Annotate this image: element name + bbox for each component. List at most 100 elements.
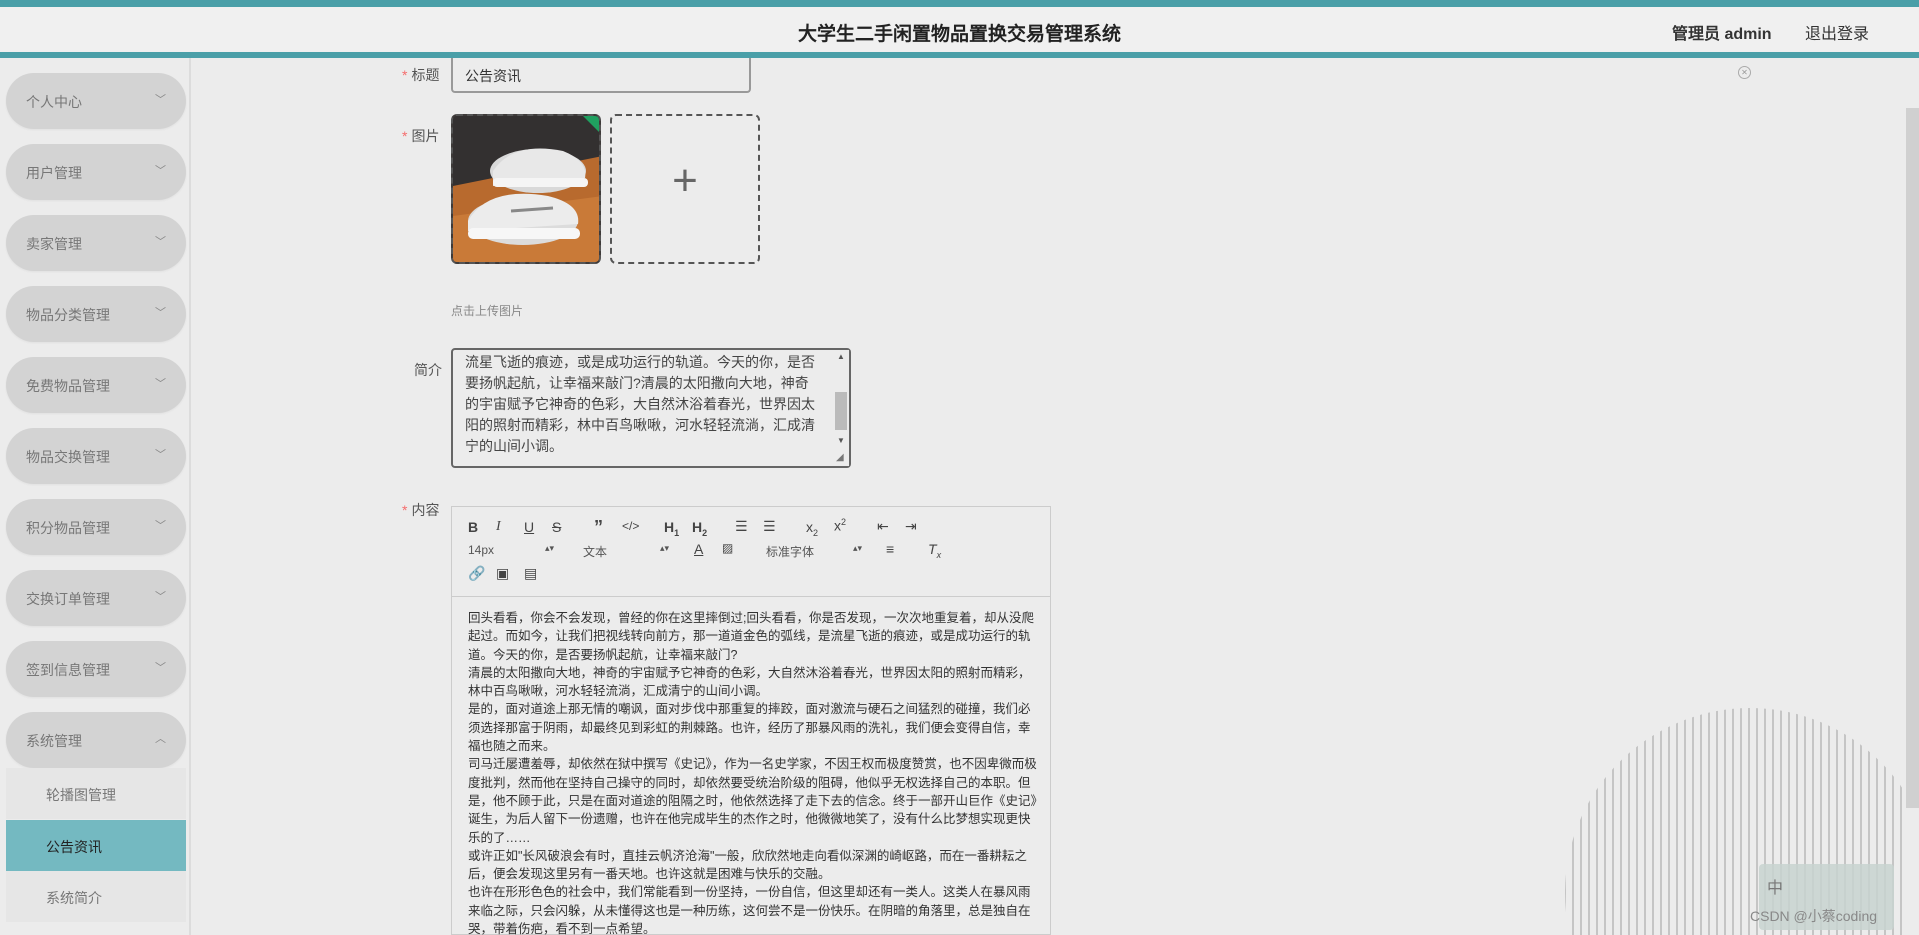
align-icon[interactable]: ≡: [886, 541, 894, 557]
subscript-icon[interactable]: x2: [806, 519, 818, 538]
sidebar-item-label: 积分物品管理: [26, 520, 110, 536]
chevron-down-icon: ﹀: [155, 591, 166, 603]
code-block-icon[interactable]: </>: [622, 519, 639, 533]
content-paragraph: 是的，面对道途上那无情的嘲讽，面对步伐中那重复的摔跤，面对激流与硬石之间猛烈的碰…: [468, 702, 1031, 754]
sidebar-item-categories[interactable]: 物品分类管理 ﹀: [6, 286, 186, 342]
sidebar-item-label: 系统管理: [26, 733, 82, 749]
uploaded-image-shoes[interactable]: [451, 114, 601, 264]
content-paragraph: 回头看看，你会不会发现，曾经的你在这里摔倒过;回头看看，你是否发现，一次次地重复…: [468, 611, 1034, 662]
sidebar-item-checkin[interactable]: 签到信息管理 ﹀: [6, 641, 186, 697]
content-label-text: 内容: [411, 502, 440, 518]
intro-label: 简介: [414, 362, 442, 378]
header-divider: [0, 52, 1919, 58]
content-paragraph: 清晨的太阳撒向大地，神奇的宇宙赋予它神奇的色彩，大自然沐浴着春光，世界因太阳的照…: [468, 665, 1031, 699]
sidebar-item-label: 交换订单管理: [26, 591, 110, 607]
block-type-select[interactable]: 文本 ▴▾: [583, 543, 669, 560]
header: 大学生二手闲置物品置换交易管理系统 管理员 admin 退出登录: [0, 7, 1919, 54]
video-icon[interactable]: ▤: [524, 565, 537, 582]
sidebar-item-label: 卖家管理: [26, 236, 82, 252]
scrollbar-thumb[interactable]: [835, 392, 847, 430]
sidebar-item-exchange-items[interactable]: 物品交换管理 ﹀: [6, 428, 186, 484]
scroll-up-icon[interactable]: ▲: [837, 352, 845, 361]
submenu-item-label: 轮播图管理: [46, 787, 116, 803]
image-icon[interactable]: ▣: [496, 565, 509, 582]
watermark: CSDN @小蔡coding: [1750, 908, 1878, 924]
chevron-up-icon: ︿: [155, 733, 166, 745]
content-paragraph: 也许在形形色色的社会中，我们常能看到一份坚持，一份自信，但这里却还有一类人。这类…: [468, 885, 1031, 935]
editor-toolbar: B I U S ” </> H1 H2 ☰ ☰ x2 x2 ⇤ ⇥ 14px ▴▾…: [452, 507, 1050, 597]
italic-icon[interactable]: I: [496, 519, 501, 535]
required-mark: *: [402, 67, 408, 83]
sidebar-item-orders[interactable]: 交换订单管理 ﹀: [6, 570, 186, 626]
sidebar-item-free-items[interactable]: 免费物品管理 ﹀: [6, 357, 186, 413]
image-upload-button[interactable]: +: [610, 114, 760, 264]
font-family-select[interactable]: 标准字体 ▴▾: [766, 543, 862, 560]
sidebar-item-points-items[interactable]: 积分物品管理 ﹀: [6, 499, 186, 555]
chevron-down-icon: ﹀: [155, 236, 166, 248]
indent-icon[interactable]: ⇥: [905, 518, 917, 535]
bold-icon[interactable]: B: [468, 519, 478, 535]
rich-text-editor: B I U S ” </> H1 H2 ☰ ☰ x2 x2 ⇤ ⇥ 14px ▴▾…: [451, 506, 1051, 935]
title-label: * 标题: [402, 65, 439, 85]
select-arrow-icon: ▴▾: [544, 543, 554, 553]
chevron-down-icon: ﹀: [155, 94, 166, 106]
sidebar-item-personal-center[interactable]: 个人中心 ﹀: [6, 73, 186, 129]
sidebar-item-sellers[interactable]: 卖家管理 ﹀: [6, 215, 186, 271]
sidebar-item-users[interactable]: 用户管理 ﹀: [6, 144, 186, 200]
content-paragraph: 司马迁屡遭羞辱，却依然在狱中撰写《史记》，作为一名史学家，不因王权而极度赞赏，也…: [468, 757, 1037, 845]
submenu-item-announcements[interactable]: 公告资讯: [6, 820, 186, 871]
scroll-down-icon[interactable]: ▼: [837, 436, 845, 445]
sidebar-item-label: 用户管理: [26, 165, 82, 181]
sidebar-item-label: 物品分类管理: [26, 307, 110, 323]
submenu-item-carousel[interactable]: 轮播图管理: [6, 768, 186, 819]
content-paragraph: 或许正如"长风破浪会有时，直挂云帆济沧海"一般，欣欣然地走向看似深渊的崎岖路，而…: [468, 848, 1027, 882]
image-label: * 图片: [402, 126, 439, 146]
link-icon[interactable]: 🔗: [468, 565, 485, 582]
upload-hint: 点击上传图片: [451, 304, 524, 318]
clear-format-icon[interactable]: Tx: [928, 541, 941, 560]
heading2-icon[interactable]: H2: [692, 519, 707, 538]
sidebar-item-label: 个人中心: [26, 94, 82, 110]
underline-icon[interactable]: U: [524, 519, 534, 535]
sidebar-item-system[interactable]: 系统管理 ︿: [6, 712, 186, 768]
resize-handle-icon[interactable]: ◢: [836, 452, 844, 463]
editor-content[interactable]: 回头看看，你会不会发现，曾经的你在这里摔倒过;回头看看，你是否发现，一次次地重复…: [468, 609, 1038, 935]
textarea-scrollbar[interactable]: ▲ ▼: [833, 350, 849, 466]
page-scrollbar[interactable]: [1906, 108, 1919, 808]
submenu-item-label: 公告资讯: [46, 839, 102, 855]
close-icon[interactable]: ✕: [1738, 66, 1751, 79]
logout-link[interactable]: 退出登录: [1805, 20, 1869, 44]
title-input[interactable]: 公告资讯: [451, 58, 751, 93]
sidebar-item-label: 免费物品管理: [26, 378, 110, 394]
top-stripe: [0, 0, 1919, 7]
title-label-text: 标题: [411, 67, 440, 83]
strikethrough-icon[interactable]: S: [552, 519, 561, 535]
intro-textarea[interactable]: 流星飞逝的痕迹，或是成功运行的轨道。今天的你，是否要扬帆起航，让幸福来敲门?清晨…: [451, 348, 851, 468]
select-arrow-icon: ▴▾: [659, 543, 669, 553]
chevron-down-icon: ﹀: [155, 662, 166, 674]
current-user: 管理员 admin: [1672, 26, 1772, 43]
bullet-list-icon[interactable]: ☰: [763, 518, 776, 535]
select-arrow-icon: ▴▾: [852, 543, 862, 553]
font-color-icon[interactable]: A: [694, 541, 703, 557]
required-mark: *: [402, 128, 408, 144]
outdent-icon[interactable]: ⇤: [877, 518, 889, 535]
app-title: 大学生二手闲置物品置换交易管理系统: [797, 24, 1121, 45]
heading1-icon[interactable]: H1: [664, 519, 679, 538]
submenu-item-label: 系统简介: [46, 890, 102, 906]
font-size-select[interactable]: 14px ▴▾: [468, 543, 554, 557]
background-color-icon[interactable]: ▨: [722, 541, 733, 555]
chevron-down-icon: ﹀: [155, 307, 166, 319]
superscript-icon[interactable]: x2: [834, 517, 846, 534]
block-type-value: 文本: [583, 545, 608, 559]
blockquote-icon[interactable]: ”: [594, 517, 603, 538]
language-badge: 中: [1767, 880, 1784, 897]
chevron-down-icon: ﹀: [155, 165, 166, 177]
font-family-value: 标准字体: [766, 545, 815, 559]
ordered-list-icon[interactable]: ☰: [735, 518, 748, 535]
submenu-item-system-intro[interactable]: 系统简介: [6, 871, 186, 922]
required-mark: *: [402, 502, 408, 518]
chevron-down-icon: ﹀: [155, 520, 166, 532]
font-size-value: 14px: [468, 543, 495, 557]
sidebar-item-label: 签到信息管理: [26, 662, 110, 678]
